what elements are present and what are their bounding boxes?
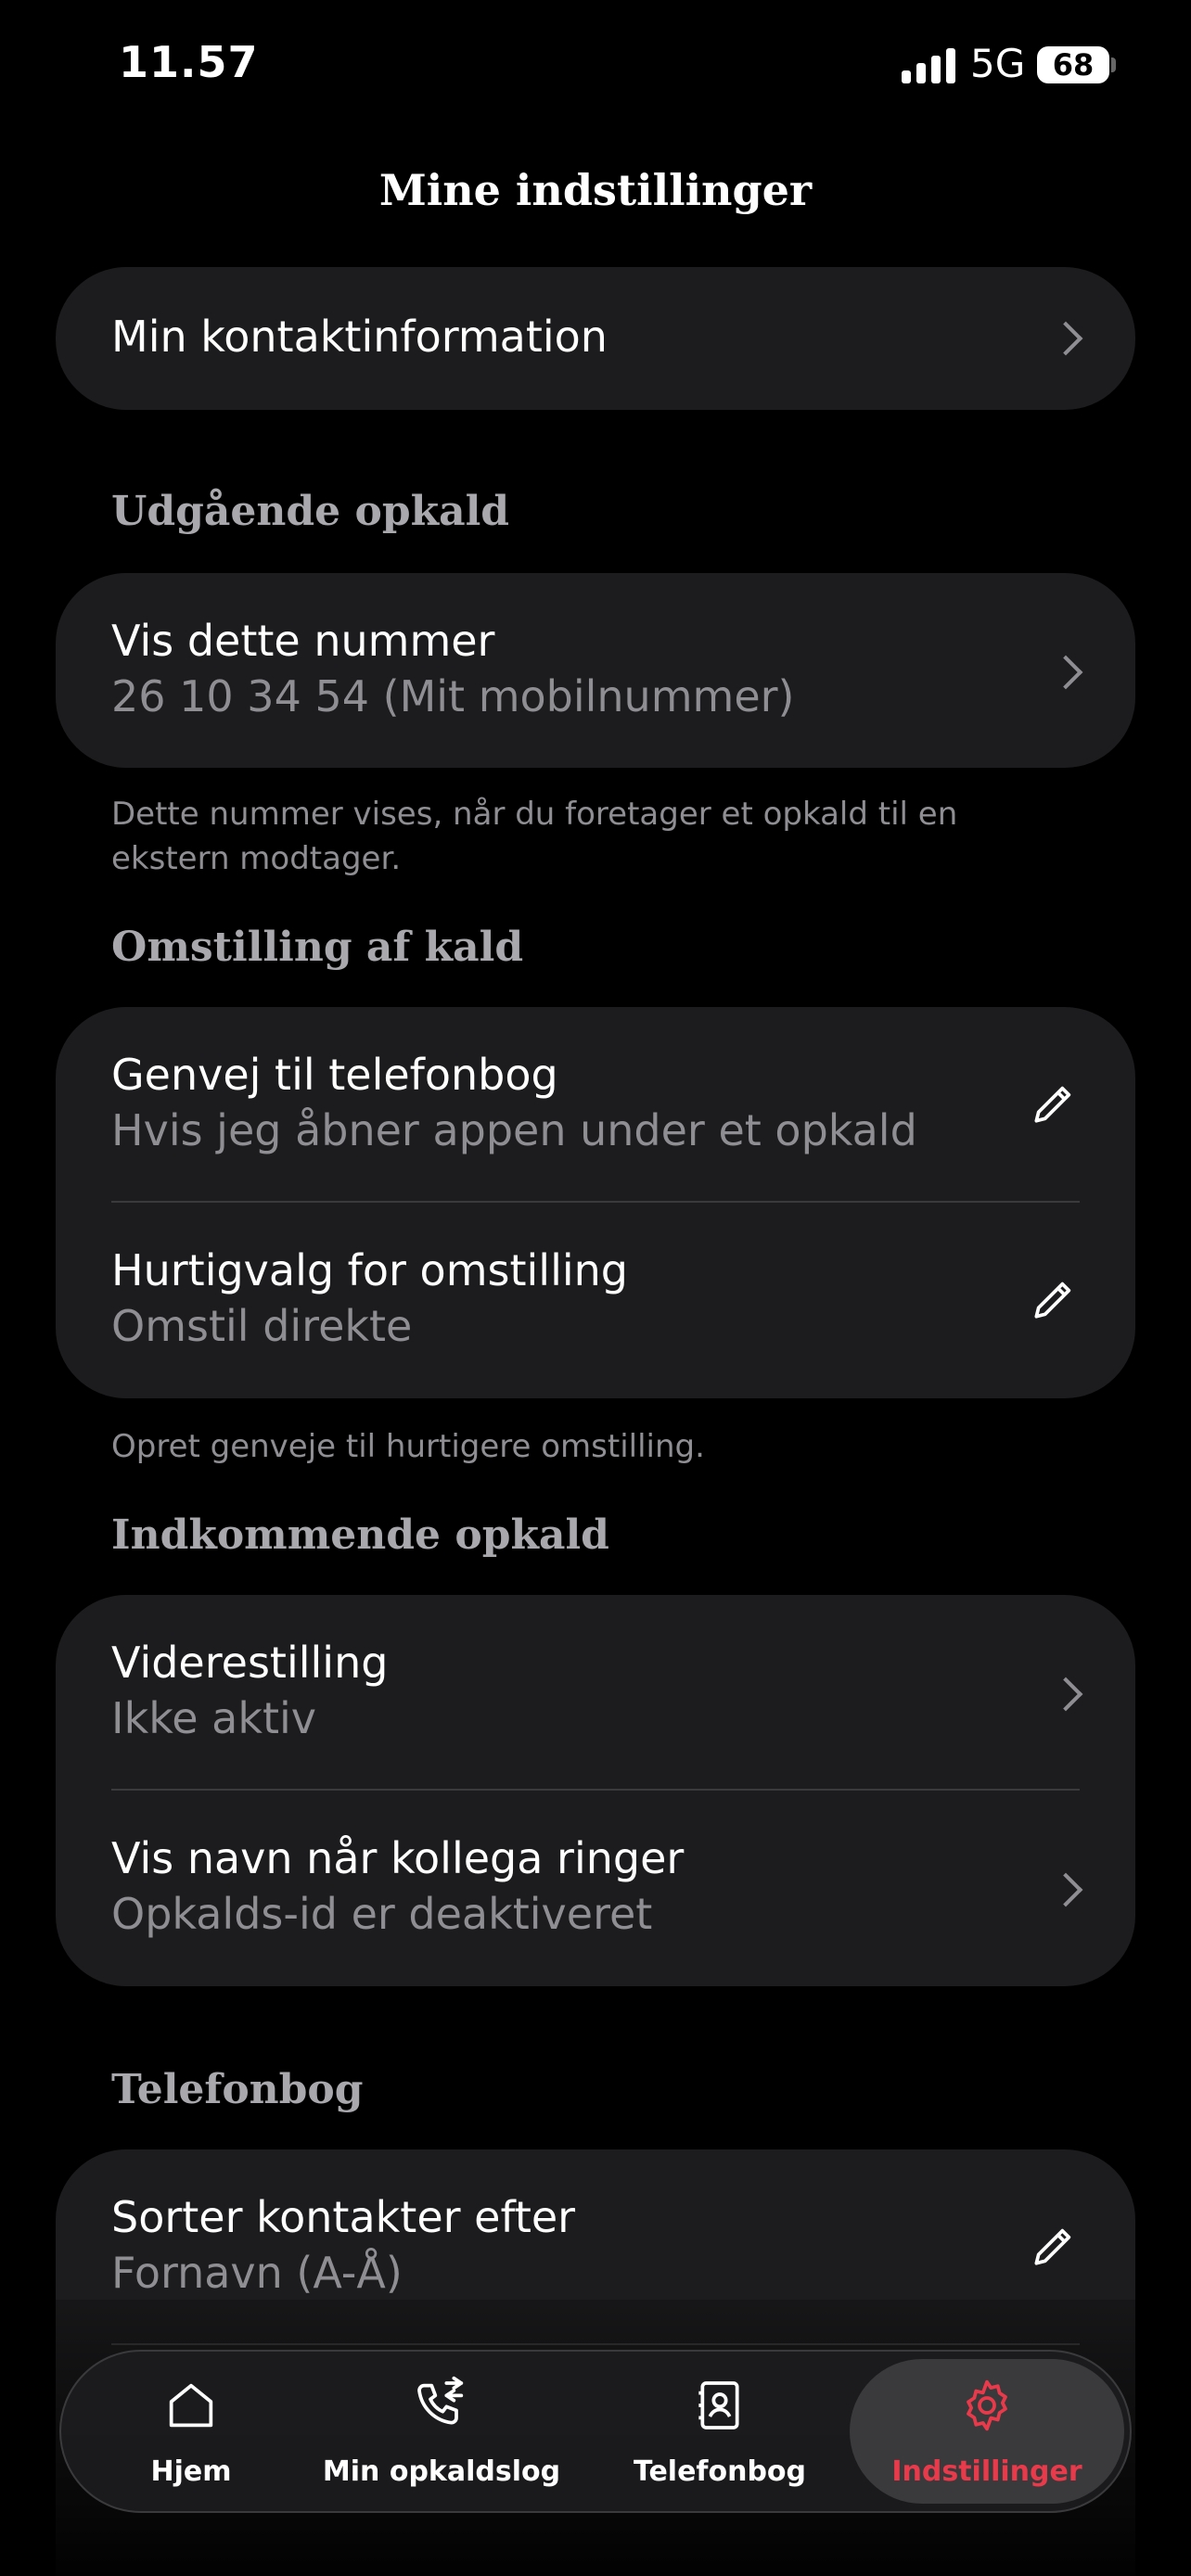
colleague-name-title: Vis navn når kollega ringer	[111, 1833, 685, 1883]
chevron-right-icon	[1048, 321, 1083, 356]
pencil-icon[interactable]	[1028, 1273, 1080, 1325]
transfer-footnote: Opret genveje til hurtigere omstilling.	[111, 1428, 705, 1465]
colleague-name-row[interactable]: Vis navn når kollega ringer Opkalds-id e…	[56, 1791, 1135, 1986]
show-number-value: 26 10 34 54 (Mit mobilnummer)	[111, 671, 795, 721]
gear-icon	[967, 2379, 1007, 2431]
transfer-card: Genvej til telefonbog Hvis jeg åbner app…	[56, 1007, 1135, 1398]
pencil-icon[interactable]	[1028, 1078, 1080, 1129]
tab-call-log-label: Min opkaldslog	[322, 2455, 561, 2488]
call-log-icon	[417, 2376, 464, 2425]
outgoing-footnote: Dette nummer vises, når du foretager et …	[111, 796, 958, 877]
contact-info-card[interactable]: Min kontaktinformation	[56, 267, 1135, 410]
section-header-outgoing: Udgående opkald	[111, 488, 510, 535]
phonebook-shortcut-row[interactable]: Genvej til telefonbog Hvis jeg åbner app…	[56, 1007, 1135, 1203]
show-number-title: Vis dette nummer	[111, 616, 495, 666]
section-header-transfer: Omstilling af kald	[111, 924, 524, 971]
network-type: 5G	[970, 41, 1026, 86]
forwarding-value: Ikke aktiv	[111, 1693, 316, 1743]
colleague-name-value: Opkalds-id er deaktiveret	[111, 1889, 653, 1939]
status-time: 11.57	[119, 37, 259, 87]
signal-icon	[902, 48, 957, 83]
quickdial-title: Hurtigvalg for omstilling	[111, 1245, 628, 1295]
phonebook-shortcut-title: Genvej til telefonbog	[111, 1050, 558, 1100]
tab-home-label: Hjem	[150, 2455, 232, 2488]
contact-info-label: Min kontaktinformation	[111, 312, 608, 362]
quickdial-row[interactable]: Hurtigvalg for omstilling Omstil direkte	[56, 1203, 1135, 1398]
forwarding-row[interactable]: Viderestilling Ikke aktiv	[56, 1595, 1135, 1791]
tab-home[interactable]: Hjem	[80, 2352, 302, 2511]
tab-phonebook-label: Telefonbog	[633, 2455, 807, 2488]
chevron-right-icon	[1048, 655, 1083, 690]
battery-icon: 68	[1037, 46, 1109, 83]
forwarding-title: Viderestilling	[111, 1638, 389, 1688]
section-header-phonebook: Telefonbog	[111, 2066, 364, 2113]
show-number-row[interactable]: Vis dette nummer 26 10 34 54 (Mit mobiln…	[56, 573, 1135, 768]
chevron-right-icon	[1048, 1872, 1083, 1907]
page-title: Mine indstillinger	[378, 165, 813, 215]
tab-bar: Hjem Min opkaldslog Telefonbog Indstilli…	[59, 2350, 1132, 2513]
section-header-incoming: Indkommende opkald	[111, 1511, 609, 1559]
sort-contacts-value: Fornavn (A-Å)	[111, 2248, 403, 2298]
outgoing-card: Vis dette nummer 26 10 34 54 (Mit mobiln…	[56, 573, 1135, 768]
quickdial-value: Omstil direkte	[111, 1301, 413, 1351]
home-icon	[169, 2383, 213, 2428]
tab-phonebook[interactable]: Telefonbog	[581, 2352, 859, 2511]
sort-contacts-title: Sorter kontakter efter	[111, 2192, 576, 2242]
tab-settings-label: Indstillinger	[891, 2455, 1082, 2488]
phonebook-icon	[698, 2381, 739, 2429]
incoming-card: Viderestilling Ikke aktiv Vis navn når k…	[56, 1595, 1135, 1986]
tab-settings[interactable]: Indstillinger	[850, 2359, 1124, 2504]
pencil-icon[interactable]	[1028, 2220, 1080, 2272]
status-bar: 11.57 5G 68	[0, 0, 1191, 139]
phonebook-shortcut-value: Hvis jeg åbner appen under et opkald	[111, 1105, 917, 1155]
tab-call-log[interactable]: Min opkaldslog	[302, 2352, 581, 2511]
chevron-right-icon	[1048, 1677, 1083, 1712]
battery-tip	[1111, 57, 1116, 72]
